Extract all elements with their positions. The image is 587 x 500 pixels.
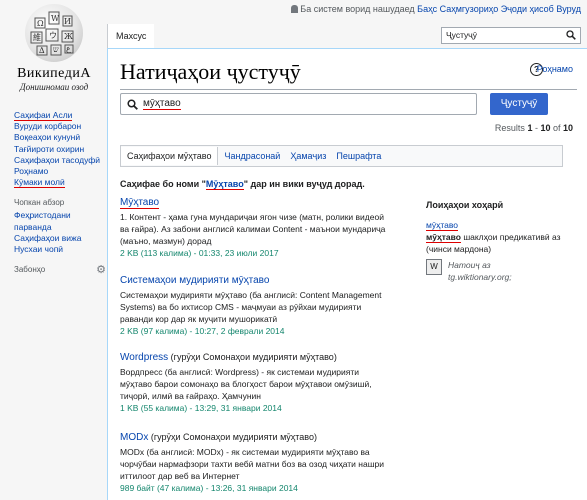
svg-text:ع: ع <box>66 44 71 53</box>
sister-source-link[interactable]: tg.wiktionary.org; <box>448 272 512 282</box>
top-search-placeholder: Ҷустуҷӯ <box>446 30 477 40</box>
svg-text:W: W <box>51 14 60 23</box>
result-snippet: MODx (ба англисӣ: MODx) - як системаи му… <box>120 447 385 481</box>
sidebar-item-printable-version[interactable]: Нусхаи чопӣ <box>14 244 63 254</box>
result-meta: 989 байт (47 калима) - 13:26, 31 январи … <box>120 483 298 493</box>
main-search-query: мӯҳтаво <box>143 98 181 110</box>
search-filters: Саҳифаҳои мӯҳтаво Чандрасонаӣ Ҳамаҷиз Пешра… <box>120 145 563 167</box>
top-search-input[interactable]: Ҷустуҷӯ <box>441 27 581 44</box>
result-meta: 1 KB (55 калима) - 13:29, 31 январи 2014 <box>120 403 282 413</box>
result-title-link[interactable]: MODx <box>120 432 148 443</box>
talk-link[interactable]: Баҳс <box>417 4 437 14</box>
logo-tagline: Донишномаи озод <box>19 82 89 92</box>
filter-advanced[interactable]: Пешрафта <box>336 151 381 161</box>
main-search-input[interactable]: мӯҳтаво <box>120 93 477 115</box>
sidebar-navigation: Саҳифаи Асли Вуруди корбарон Воқеаҳои ку… <box>14 110 106 189</box>
anon-notice: Ба систем ворид нашудаед <box>300 4 415 14</box>
result-meta: 2 KB (113 калима) - 01:33, 23 июли 2017 <box>120 248 279 258</box>
create-account-link[interactable]: Эҷоди ҳисоб <box>501 4 554 14</box>
globe-icon: ΩWИ 維ウЖ ∆ ש ع <box>25 4 83 62</box>
result-snippet: 1. Контент - ҳама гуна мундариҷаи ягон ч… <box>120 212 386 246</box>
contributions-link[interactable]: Саҳмгузориҳо <box>440 4 499 14</box>
svg-text:Ω: Ω <box>37 19 44 28</box>
result-title-link[interactable]: Системаҳои мудирияти мӯҳтаво <box>120 275 269 286</box>
content-area: Натиҷаҳои ҷустуҷӯ ? Роҳнамо мӯҳтаво Ҷуст… <box>107 48 587 500</box>
sidebar-item-recent-changes[interactable]: Тағйироти охирин <box>14 144 84 154</box>
wikipedia-logo[interactable]: ΩWИ 維ウЖ ∆ ש ع ВикипедиА Донишномаи озод <box>8 4 100 92</box>
svg-text:ש: ש <box>53 45 59 54</box>
search-icon <box>127 99 138 113</box>
sidebar-item-current-events[interactable]: Воқеаҳои кунунӣ <box>14 132 80 142</box>
sister-result-definition: мӯҳтаво шаклҳои предикативӣ аз (чинси ма… <box>426 232 561 254</box>
logo-wordmark: ВикипедиА <box>17 66 91 81</box>
sidebar-item-help[interactable]: Роҳнамо <box>14 166 48 176</box>
sidebar-languages: Забонҳо ⚙ <box>14 263 106 276</box>
title-divider <box>120 89 577 90</box>
page-title: Натиҷаҳои ҷустуҷӯ <box>120 59 301 84</box>
sidebar-item-community-portal[interactable]: Вуруди корбарон <box>14 121 81 131</box>
search-result: MODx (гурӯҳи Сомонаҳои мудирияти мӯҳтаво… <box>120 431 388 494</box>
filter-multimedia[interactable]: Чандрасонаӣ <box>224 151 280 161</box>
svg-text:維: 維 <box>33 32 41 42</box>
sister-source-label: Натоиҷ аз <box>448 260 491 270</box>
sidebar-item-upload-file[interactable]: Феҳристодани парванда <box>14 210 71 231</box>
result-snippet: Системаҳои мудирияти мӯҳтаво (ба англисӣ… <box>120 290 382 324</box>
results-count: Results 1 - 10 of 10 <box>494 123 573 133</box>
result-snippet: Вордпресс (ба англисӣ: Wordpress) - як с… <box>120 367 372 401</box>
sidebar-tools: Феҳристодани парванда Саҳифаҳои вижа Нус… <box>14 210 106 255</box>
result-category: (гурӯҳи Сомонаҳои мудирияти мӯҳтаво) <box>148 432 317 442</box>
svg-text:И: И <box>64 17 71 26</box>
result-title-link[interactable]: Мӯҳтаво <box>120 197 160 209</box>
filter-content-pages[interactable]: Саҳифаҳои мӯҳтаво <box>121 147 219 165</box>
personal-tools: Ба систем ворид нашудаед Баҳс Саҳмгузори… <box>283 4 581 14</box>
result-category: (гурӯҳи Сомонаҳои мудирияти мӯҳтаво) <box>168 352 337 362</box>
sidebar-item-donate[interactable]: Кӯмаки молӣ <box>14 177 65 189</box>
gear-icon[interactable]: ⚙ <box>96 263 106 276</box>
search-icon[interactable] <box>566 30 576 42</box>
filter-everything[interactable]: Ҳамаҷиз <box>290 151 326 161</box>
svg-text:ウ: ウ <box>49 31 57 40</box>
login-link[interactable]: Вуруд <box>556 4 581 14</box>
exact-match-notice: Саҳифае бо номи "Мӯҳтаво" дар ин вики ву… <box>120 179 365 190</box>
sidebar-item-random-page[interactable]: Саҳифаҳои тасодуфӣ <box>14 155 100 165</box>
user-icon <box>291 5 299 13</box>
search-result: Мӯҳтаво 1. Контент - ҳама гуна мундариҷа… <box>120 197 388 259</box>
svg-text:Ж: Ж <box>64 32 73 41</box>
help-link[interactable]: Роҳнамо <box>537 64 573 74</box>
sister-source: W Натоиҷ аз tg.wiktionary.org; <box>426 259 576 283</box>
search-button[interactable]: Ҷустуҷӯ <box>490 93 548 115</box>
result-meta: 2 KB (97 калима) - 10:27, 2 феврали 2014 <box>120 326 285 336</box>
wiktionary-icon: W <box>426 259 442 275</box>
sidebar-item-special-pages[interactable]: Саҳифаҳои вижа <box>14 233 81 243</box>
search-result: Системаҳои мудирияти мӯҳтаво Системаҳои … <box>120 275 388 337</box>
sister-result-link[interactable]: мӯҳтаво <box>426 220 459 231</box>
sidebar-languages-heading: Забонҳо <box>14 265 46 275</box>
sister-projects-heading: Лоиҳаҳои хоҳарӣ <box>426 200 504 210</box>
sister-projects: Лоиҳаҳои хоҳарӣ мӯҳтаво мӯҳтаво шаклҳои … <box>426 199 576 283</box>
search-result: Wordpress (гурӯҳи Сомонаҳои мудирияти мӯ… <box>120 351 388 414</box>
sidebar-item-main-page[interactable]: Саҳифаи Асли <box>14 110 73 121</box>
tab-special[interactable]: Махсус <box>107 24 155 48</box>
result-title-link[interactable]: Wordpress <box>120 352 168 363</box>
exact-match-link[interactable]: Мӯҳтаво <box>205 179 244 190</box>
sidebar-tools-heading: Чопкан абзор <box>14 198 65 208</box>
svg-text:∆: ∆ <box>39 46 45 55</box>
sidebar: Саҳифаи Асли Вуруди корбарон Воқеаҳои ку… <box>14 110 106 276</box>
